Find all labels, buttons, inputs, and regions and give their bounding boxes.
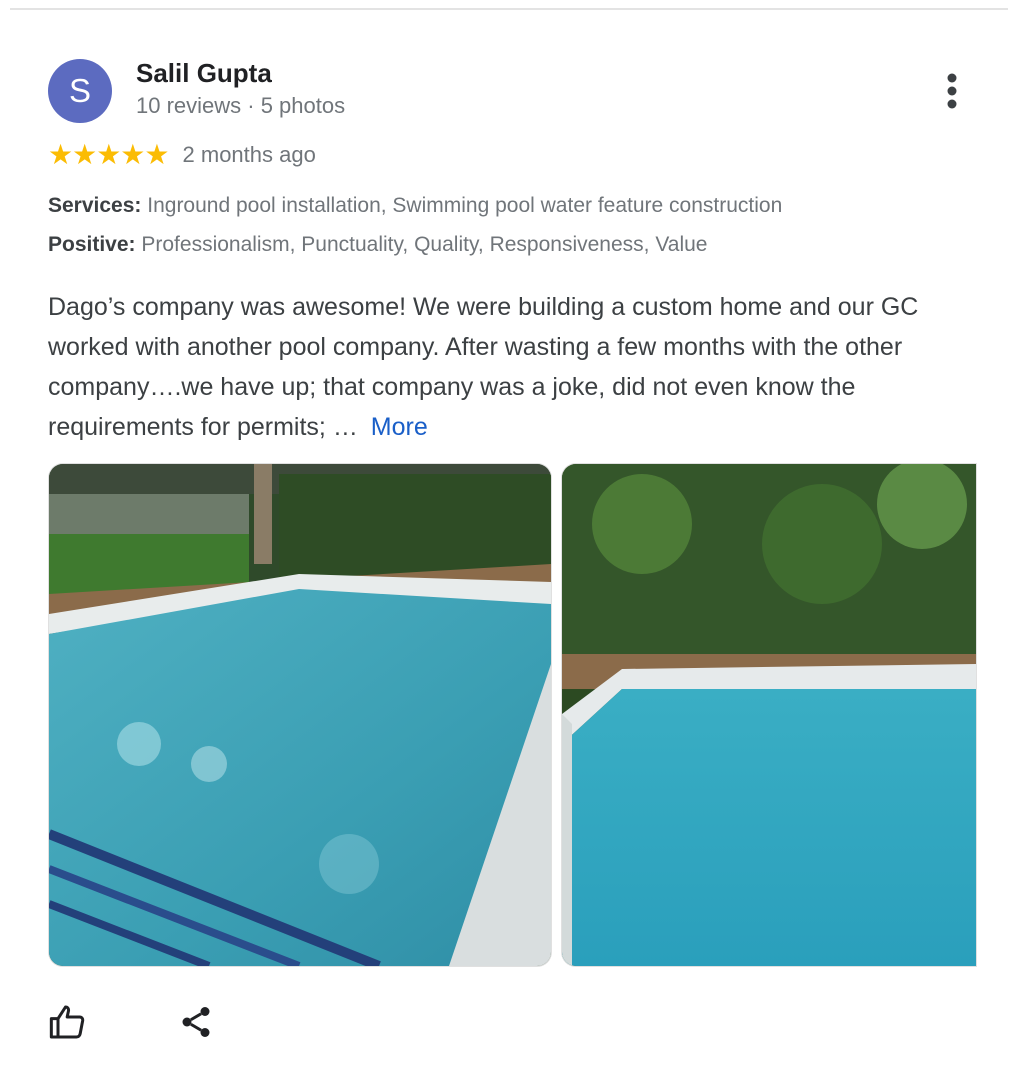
- star-rating: ★★★★★: [48, 139, 170, 170]
- share-icon: [182, 1007, 210, 1037]
- reviewer-name[interactable]: Salil Gupta: [136, 58, 272, 89]
- services-value: Inground pool installation, Swimming poo…: [147, 194, 783, 217]
- review-photo-1[interactable]: [49, 464, 551, 966]
- avatar[interactable]: S: [48, 59, 112, 123]
- reviewer-meta: 10 reviews · 5 photos: [136, 93, 346, 118]
- avatar-initial: S: [68, 72, 91, 109]
- more-options-button[interactable]: [936, 70, 968, 114]
- positive-label: Positive:: [48, 233, 136, 256]
- review-text: Dago’s company was awesome! We were buil…: [48, 293, 919, 441]
- pool-photo-image: [562, 464, 976, 966]
- review-time: 2 months ago: [182, 142, 316, 167]
- three-dots-vertical-icon: [947, 73, 957, 109]
- more-link[interactable]: More: [371, 413, 428, 441]
- positive-value: Professionalism, Punctuality, Quality, R…: [141, 233, 708, 256]
- positive-attribute: Positive: Professionalism, Punctuality, …: [48, 233, 707, 257]
- share-button[interactable]: [172, 998, 220, 1046]
- rating-row: ★★★★★ 2 months ago: [48, 139, 316, 171]
- review-photo-2[interactable]: [562, 464, 976, 966]
- pool-photo-image: [49, 464, 551, 966]
- top-divider: [10, 8, 1008, 10]
- services-label: Services:: [48, 194, 142, 217]
- like-button[interactable]: [44, 998, 92, 1046]
- thumbs-up-icon: [49, 1005, 85, 1039]
- services-attribute: Services: Inground pool installation, Sw…: [48, 194, 782, 218]
- review-body: Dago’s company was awesome! We were buil…: [48, 287, 988, 447]
